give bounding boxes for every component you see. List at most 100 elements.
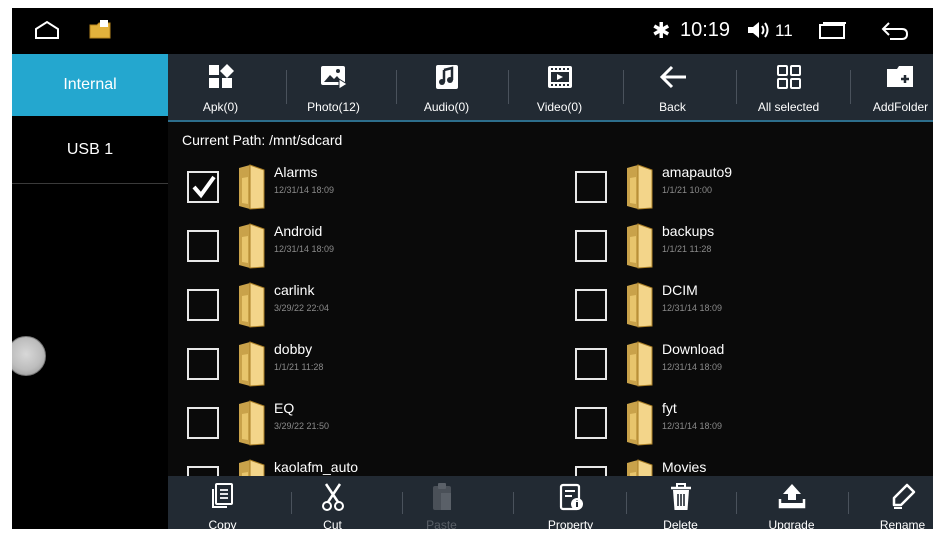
rename-button[interactable]: Rename [848, 476, 933, 529]
action-toolbar: Copy Cut Paste Property Delete Upgrade R… [168, 476, 933, 529]
file-date: 12/31/14 18:09 [662, 362, 723, 372]
file-item[interactable]: fyt 12/31/14 18:09 [575, 400, 905, 450]
file-item[interactable]: carlink 3/29/22 22:04 [187, 282, 517, 332]
file-name: Movies [662, 459, 707, 475]
video-button[interactable]: Video(0) [507, 54, 612, 120]
photo-label: Photo(12) [307, 100, 360, 114]
file-checkbox[interactable] [187, 289, 219, 321]
delete-icon [668, 482, 694, 517]
file-item[interactable]: amapauto9 1/1/21 10:00 [575, 164, 905, 214]
select-all-label: All selected [757, 100, 820, 114]
property-icon [558, 482, 584, 517]
file-item[interactable]: EQ 3/29/22 21:50 [187, 400, 517, 450]
select-all-icon [775, 63, 803, 96]
file-name: Alarms [274, 164, 318, 180]
photo-icon [319, 63, 349, 96]
file-checkbox[interactable] [575, 407, 607, 439]
rename-icon [889, 482, 917, 517]
volume-icon[interactable] [746, 19, 772, 46]
video-label: Video(0) [536, 100, 583, 114]
back-button[interactable]: Back [620, 54, 725, 120]
folder-icon [624, 282, 656, 333]
file-name: amapauto9 [662, 164, 733, 180]
volume-level: 11 [775, 21, 793, 40]
upgrade-icon [777, 482, 807, 515]
cut-icon [321, 482, 345, 517]
sidebar-item-internal[interactable]: Internal [12, 54, 168, 116]
file-name: kaolafm_auto [274, 459, 359, 475]
file-name: DCIM [662, 282, 698, 298]
folder-icon [624, 223, 656, 274]
copy-label: Copy [208, 518, 237, 529]
file-date: 3/29/22 22:04 [274, 303, 330, 313]
category-toolbar: Apk(0) Photo(12) Audio(0) Video(0) Back … [168, 54, 933, 120]
file-checkbox[interactable] [187, 348, 219, 380]
property-button[interactable]: Property [516, 476, 625, 529]
file-checkbox[interactable] [575, 171, 607, 203]
recent-apps-icon[interactable] [818, 22, 848, 45]
file-date: 1/1/21 11:28 [274, 362, 324, 372]
toolbar-divider [513, 492, 514, 514]
folder-icon [624, 341, 656, 392]
video-icon [546, 63, 574, 96]
file-item[interactable]: DCIM 12/31/14 18:09 [575, 282, 905, 332]
checkmark-icon [192, 174, 216, 205]
home-icon[interactable] [34, 20, 60, 45]
file-item[interactable]: dobby 1/1/21 11:28 [187, 341, 517, 391]
file-date: 12/31/14 18:09 [274, 244, 335, 254]
upgrade-label: Upgrade [768, 518, 815, 529]
file-checkbox[interactable] [575, 230, 607, 262]
file-checkbox[interactable] [575, 289, 607, 321]
file-checkbox[interactable] [187, 171, 219, 203]
paste-label: Paste [426, 518, 457, 529]
sidebar-item-usb1[interactable]: USB 1 [12, 120, 168, 180]
file-name: dobby [274, 341, 313, 357]
file-name: carlink [274, 282, 315, 298]
add-folder-button[interactable]: AddFolder [848, 54, 933, 120]
file-checkbox[interactable] [187, 407, 219, 439]
file-date: 12/31/14 18:09 [274, 185, 335, 195]
apk-icon [207, 63, 235, 96]
audio-icon [434, 63, 460, 96]
select-all-button[interactable]: All selected [736, 54, 841, 120]
file-date: 12/31/14 18:09 [662, 421, 723, 431]
status-bar: ✱ 10:19 11 [12, 8, 933, 54]
folder-icon [236, 282, 268, 333]
audio-label: Audio(0) [423, 100, 470, 114]
delete-button[interactable]: Delete [626, 476, 735, 529]
upgrade-button[interactable]: Upgrade [737, 476, 846, 529]
bluetooth-icon: ✱ [652, 18, 671, 43]
copy-button[interactable]: Copy [168, 476, 277, 529]
folder-icon [624, 400, 656, 451]
file-item[interactable]: Android 12/31/14 18:09 [187, 223, 517, 273]
photo-button[interactable]: Photo(12) [281, 54, 386, 120]
file-item[interactable]: Download 12/31/14 18:09 [575, 341, 905, 391]
file-item[interactable]: Alarms 12/31/14 18:09 [187, 164, 517, 214]
file-checkbox[interactable] [575, 348, 607, 380]
delete-label: Delete [663, 518, 698, 529]
folder-icon [624, 164, 656, 215]
file-item[interactable]: backups 1/1/21 11:28 [575, 223, 905, 273]
apk-button[interactable]: Apk(0) [168, 54, 273, 120]
folder-icon [236, 341, 268, 392]
paste-button[interactable]: Paste [387, 476, 496, 529]
cut-button[interactable]: Cut [278, 476, 387, 529]
back-icon[interactable] [880, 20, 910, 47]
folder-icon [236, 223, 268, 274]
file-name: EQ [274, 400, 295, 416]
screen: ✱ 10:19 11 Internal USB 1 Apk(0) Photo(1… [12, 8, 933, 529]
file-checkbox[interactable] [187, 230, 219, 262]
add-folder-icon [885, 63, 917, 96]
audio-button[interactable]: Audio(0) [394, 54, 499, 120]
paste-icon [430, 482, 454, 517]
file-name: Android [274, 223, 323, 239]
file-manager-icon [88, 20, 112, 45]
sidebar-divider [12, 183, 168, 184]
file-date: 12/31/14 18:09 [662, 303, 723, 313]
toolbar-underline [168, 120, 933, 122]
file-date: 1/1/21 10:00 [662, 185, 713, 195]
add-folder-label: AddFolder [872, 100, 929, 114]
back-arrow-icon [658, 63, 688, 96]
storage-sidebar: Internal USB 1 [12, 54, 168, 529]
apk-label: Apk(0) [202, 100, 239, 114]
